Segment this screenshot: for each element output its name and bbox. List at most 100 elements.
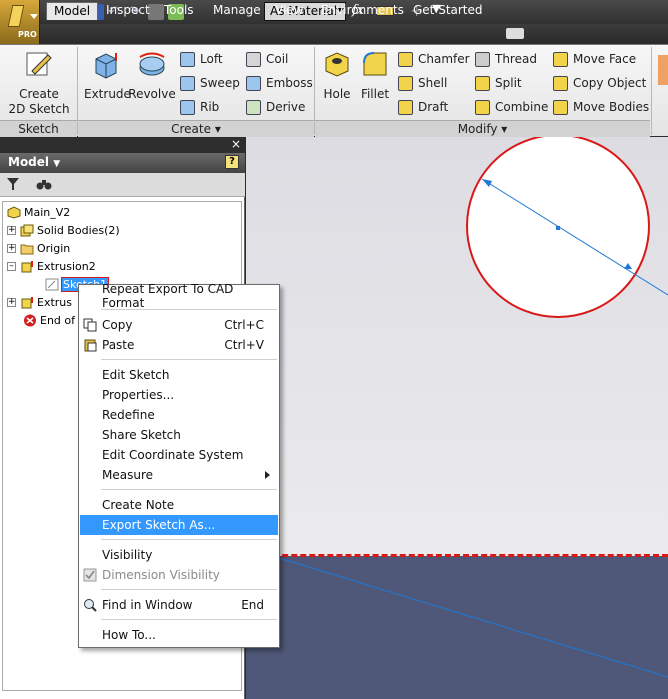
sketch-panel-label[interactable]: Sketch [0,120,77,137]
fillet-label: Fillet [360,87,390,101]
coil-button[interactable]: Coil [246,49,288,69]
menu-item-how-to[interactable]: How To... [80,625,278,645]
revolve-button[interactable]: Revolve [128,49,176,102]
tree-item-end-of-part[interactable]: End of [23,312,75,329]
coil-label: Coil [266,52,289,66]
menu-item-create-note[interactable]: Create Note [80,495,278,515]
menu-item-label: Copy [102,318,133,332]
modify-panel-label[interactable]: Modify ▾ [315,120,650,137]
menu-item-edit-sketch[interactable]: Edit Sketch [80,365,278,385]
sweep-button[interactable]: Sweep [180,73,240,93]
expand-icon[interactable]: + [7,244,16,253]
hole-button[interactable]: Hole [320,49,354,102]
create-2d-sketch-button[interactable]: Create 2D Sketch [8,49,70,117]
menu-item-edit-coordinate-system[interactable]: Edit Coordinate System [80,445,278,465]
thread-button[interactable]: Thread [475,49,537,69]
sweep-label: Sweep [200,76,240,90]
next-panel-icon[interactable] [658,55,668,85]
tab-get-started[interactable]: Get Started [406,2,490,20]
browser-toolbar [0,173,245,197]
browser-header: × [0,137,245,153]
menu-separator [101,539,277,540]
menu-separator [101,309,277,310]
expand-icon[interactable]: + [7,226,16,235]
menu-separator [101,359,277,360]
tree-item-extrusion[interactable]: + Extrus [7,294,72,311]
menu-item-properties[interactable]: Properties... [80,385,278,405]
diameter-line [275,178,668,678]
extrusion-icon [21,297,33,309]
emboss-icon [246,75,261,91]
chamfer-button[interactable]: Chamfer [398,49,470,69]
menu-item-redefine[interactable]: Redefine [80,405,278,425]
menu-item-visibility[interactable]: Visibility [80,545,278,565]
split-button[interactable]: Split [475,73,522,93]
chevron-down-icon: ▾ [214,122,221,136]
sketch-icon [45,278,59,291]
extrude-icon [95,53,117,79]
move-bodies-button[interactable]: Move Bodies [553,97,649,117]
expand-icon[interactable]: + [7,298,16,307]
menu-separator [101,619,277,620]
tab-tools[interactable]: Tools [157,2,201,20]
panel-options-icon[interactable] [506,28,524,39]
derive-label: Derive [266,100,306,114]
menu-item-label: Edit Sketch [102,368,170,382]
tree-item-solid-bodies[interactable]: + Solid Bodies(2) [7,222,120,239]
context-menu: Repeat Export To CAD Format Copy Ctrl+C … [78,282,280,648]
menu-item-repeat-export[interactable]: Repeat Export To CAD Format [80,282,278,310]
tree-item-origin[interactable]: + Origin [7,240,70,257]
menu-item-dimension-visibility: Dimension Visibility [80,565,278,585]
revolve-icon [139,52,165,76]
hole-label: Hole [323,87,351,101]
menu-item-find-in-window[interactable]: Find in Window End [80,595,278,615]
close-icon[interactable]: × [231,137,241,151]
tree-item-main[interactable]: Main_V2 [7,204,70,221]
menu-item-measure[interactable]: Measure [80,465,278,485]
hole-icon [325,52,349,77]
folder-icon [20,244,34,255]
move-face-button[interactable]: Move Face [553,49,636,69]
emboss-button[interactable]: Emboss [246,73,313,93]
create-panel-label[interactable]: Create ▾ [78,120,314,137]
browser-title[interactable]: Model ▼ ? [0,153,245,173]
application-menu-button[interactable]: PRO [0,0,40,44]
tab-inspect[interactable]: Inspect [99,2,157,20]
menu-item-share-sketch[interactable]: Share Sketch [80,425,278,445]
zoom-find-icon [84,599,97,612]
shell-button[interactable]: Shell [398,73,447,93]
tree-item-extrusion2[interactable]: – Extrusion2 [7,258,96,275]
menu-item-paste[interactable]: Paste Ctrl+V [80,335,278,355]
ribbon: Create 2D Sketch Sketch Extrude Revolve … [0,44,668,137]
thread-icon [475,51,490,67]
rib-button[interactable]: Rib [180,97,219,117]
menu-item-label: Edit Coordinate System [102,448,244,462]
tab-model[interactable]: Model [46,2,99,20]
extrude-button[interactable]: Extrude [84,49,131,102]
tab-manage[interactable]: Manage [206,2,268,20]
tree-item-label: Extrusion2 [37,260,96,273]
tree-item-label: Extrus [37,296,72,309]
filter-icon[interactable] [6,177,20,191]
menu-item-label: Find in Window [102,598,193,612]
menu-item-label: Measure [102,468,153,482]
collapse-icon[interactable]: – [7,262,16,271]
draft-button[interactable]: Draft [398,97,448,117]
help-icon[interactable]: ? [225,155,239,169]
split-label: Split [495,76,522,90]
move-bodies-label: Move Bodies [573,100,650,114]
menu-item-label: Visibility [102,548,153,562]
copy-object-label: Copy Object [573,76,647,90]
combine-button[interactable]: Combine [475,97,548,117]
loft-button[interactable]: Loft [180,49,223,69]
tab-environments[interactable]: Environments [314,2,411,20]
menu-item-copy[interactable]: Copy Ctrl+C [80,315,278,335]
fillet-button[interactable]: Fillet [358,49,392,102]
copy-object-button[interactable]: Copy Object [553,73,646,93]
graphics-window[interactable] [246,137,668,699]
menu-item-export-sketch-as[interactable]: Export Sketch As... [80,515,278,535]
menu-item-label: Share Sketch [102,428,181,442]
derive-button[interactable]: Derive [246,97,305,117]
binoculars-icon[interactable] [36,177,52,191]
tab-view[interactable]: View [268,2,310,20]
